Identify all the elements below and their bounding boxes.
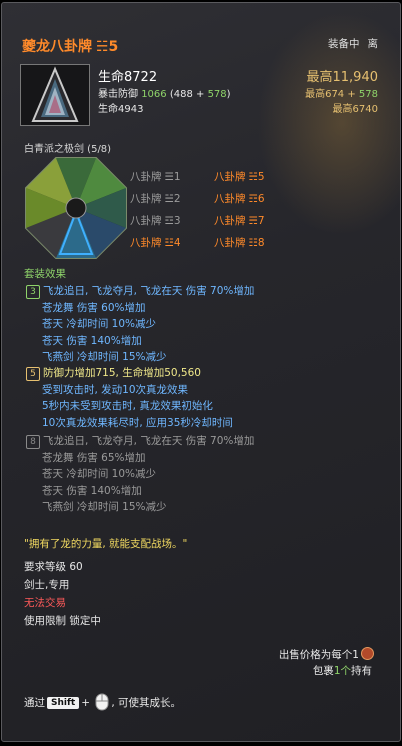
usage-limit: 使用限制 锁定中 [24, 615, 101, 627]
set-slot-label: 八卦牌 [214, 237, 246, 249]
item-name: 夔龙八卦牌 [22, 39, 92, 55]
leave-label: 离 [367, 38, 379, 50]
set-slot-trigram: ☷8 [248, 237, 265, 249]
bagua-octagon [24, 156, 128, 260]
set-effect-text: 受到攻击时, 发动10次真龙效果 [42, 383, 189, 396]
set-effect-line: 苍天 冷却时间 10%减少 [42, 316, 156, 331]
crit-def-breakdown-a: (488 + [169, 89, 208, 100]
set-slot-label: 八卦牌 [130, 215, 162, 227]
hp-stat: 生命4943 [98, 104, 144, 115]
copper-coin-icon [361, 647, 374, 660]
trade-restriction: 无法交易 [24, 597, 66, 609]
set-slot-trigram: ☰1 [164, 171, 181, 183]
max2-a: 最高674 + [305, 89, 359, 100]
crit-def-breakdown-c: ) [226, 89, 231, 100]
set-effect-line: 受到攻击时, 发动10次真龙效果 [42, 382, 188, 397]
crit-defense-stat: 暴击防御 1066 (488 + 578) [98, 85, 231, 100]
required-level: 要求等级 60 [24, 561, 83, 573]
bag-count: 包裹1个持有 [313, 663, 372, 678]
set-slot-2: 八卦牌 ☵5 [214, 169, 265, 184]
set-effect-line: 苍天 伤害 140%增加 [42, 483, 142, 498]
set-effect-text: 苍天 冷却时间 10%减少 [42, 468, 157, 480]
set-slot-label: 八卦牌 [130, 193, 162, 205]
set-effect-text: 苍天 伤害 140%增加 [42, 334, 142, 347]
set-slot-trigram: ☳4 [164, 237, 181, 249]
set-slot-label: 八卦牌 [214, 193, 246, 205]
set-slot-label: 八卦牌 [130, 237, 162, 249]
set-effect-text: 飞燕剑 冷却时间 15%减少 [42, 351, 167, 363]
set-effect-text: 苍天 伤害 140%增加 [42, 484, 142, 497]
set-slot-label: 八卦牌 [214, 215, 246, 227]
set-slot-4: 八卦牌 ☶6 [214, 191, 265, 206]
growth-suffix: , 可使其成长。 [111, 697, 182, 709]
shift-key: Shift [47, 697, 80, 709]
set-slot-trigram: ☱2 [164, 193, 181, 205]
set-effect-line: 8 飞龙追日, 飞龙夺月, 飞龙在天 伤害 70%增加 [26, 433, 254, 449]
crit-def-label: 暴击防御 [98, 89, 138, 100]
set-effect-line: 飞燕剑 冷却时间 15%减少 [42, 499, 167, 514]
life-stat: 生命8722 [98, 70, 158, 85]
item-trigram: ☵5 [96, 39, 119, 55]
growth-prefix: 通过 [24, 697, 45, 709]
set-slot-7: 八卦牌 ☳4 [130, 235, 181, 250]
max2-b: 578 [358, 89, 378, 100]
set-effect-text: 苍天 冷却时间 10%减少 [42, 318, 157, 330]
crit-def-value: 1066 [141, 89, 167, 100]
set-slot-5: 八卦牌 ☲3 [130, 213, 181, 228]
set-effect-text: 飞龙追日, 飞龙夺月, 飞龙在天 伤害 70%增加 [43, 285, 255, 297]
equip-status: 装备中离 [328, 36, 378, 51]
item-icon [20, 64, 90, 126]
item-tooltip: 夔龙八卦牌 ☵5 装备中离 生命8722 暴击防御 1066 (488 + 578… [1, 2, 401, 742]
set-effect-text: 苍龙舞 伤害 60%增加 [42, 301, 146, 314]
set-effect-line: 10次真龙效果耗尽时, 应用35秒冷却时间 [42, 415, 233, 430]
set-slot-3: 八卦牌 ☱2 [130, 191, 181, 206]
set-effect-text: 防御力增加715, 生命增加50,560 [43, 367, 201, 379]
set-tier-number: 8 [26, 435, 40, 449]
set-slot-label: 八卦牌 [214, 171, 246, 183]
set-effect-line: 飞燕剑 冷却时间 15%减少 [42, 349, 167, 364]
class-restriction: 剑士,专用 [24, 579, 70, 591]
max-life: 最高11,940 [306, 70, 379, 85]
set-effect-text: 苍龙舞 伤害 65%增加 [42, 451, 146, 464]
item-title: 夔龙八卦牌 ☵5 [22, 36, 118, 56]
set-slot-trigram: ☶6 [248, 193, 265, 205]
set-name: 白青派之极剑 (5/8) [24, 144, 112, 155]
growth-hint: 通过 Shift + , 可使其成长。 [24, 693, 181, 711]
sell-price-text: 出售价格为每个1 [278, 649, 359, 661]
set-effect-line: 苍天 冷却时间 10%减少 [42, 466, 156, 481]
set-effect-text: 飞燕剑 冷却时间 15%减少 [42, 501, 167, 513]
mouse-icon [95, 693, 109, 711]
growth-plus: + [81, 697, 91, 709]
sell-price: 出售价格为每个1 [279, 647, 374, 662]
set-slot-trigram: ☵5 [248, 171, 265, 183]
set-effect-line: 苍龙舞 伤害 65%增加 [42, 450, 146, 465]
set-slot-1: 八卦牌 ☰1 [130, 169, 181, 184]
equipped-label: 装备中 [328, 38, 360, 50]
bag-count-value: 1个 [333, 665, 351, 677]
crit-def-breakdown-b: 578 [207, 89, 227, 100]
set-slot-6: 八卦牌 ☴7 [214, 213, 265, 228]
bag-own-label: 持有 [351, 665, 372, 677]
set-tier-number: 3 [26, 285, 40, 299]
set-effect-text: 飞龙追日, 飞龙夺月, 飞龙在天 伤害 70%增加 [43, 435, 255, 447]
item-flavor-quote: "拥有了龙的力量, 就能支配战场。" [24, 538, 188, 550]
max-crit-defense: 最高674 + 578 [305, 85, 378, 100]
set-effects-title: 套装效果 [24, 268, 66, 280]
bag-label: 包裹 [312, 665, 334, 677]
set-slot-trigram: ☲3 [164, 215, 181, 227]
set-effect-line: 3 飞龙追日, 飞龙夺月, 飞龙在天 伤害 70%增加 [26, 283, 254, 299]
set-effect-line: 5 防御力增加715, 生命增加50,560 [26, 365, 201, 381]
set-effect-line: 苍龙舞 伤害 60%增加 [42, 300, 146, 315]
set-effect-line: 5秒内未受到攻击时, 真龙效果初始化 [42, 398, 213, 413]
set-slot-label: 八卦牌 [130, 171, 162, 183]
set-slot-trigram: ☴7 [248, 215, 265, 227]
set-effect-text: 5秒内未受到攻击时, 真龙效果初始化 [42, 400, 213, 412]
set-effect-text: 10次真龙效果耗尽时, 应用35秒冷却时间 [42, 416, 233, 429]
set-tier-number: 5 [26, 367, 40, 381]
set-effect-line: 苍天 伤害 140%增加 [42, 333, 142, 348]
max-hp: 最高6740 [332, 104, 378, 115]
set-slot-8: 八卦牌 ☷8 [214, 235, 265, 250]
